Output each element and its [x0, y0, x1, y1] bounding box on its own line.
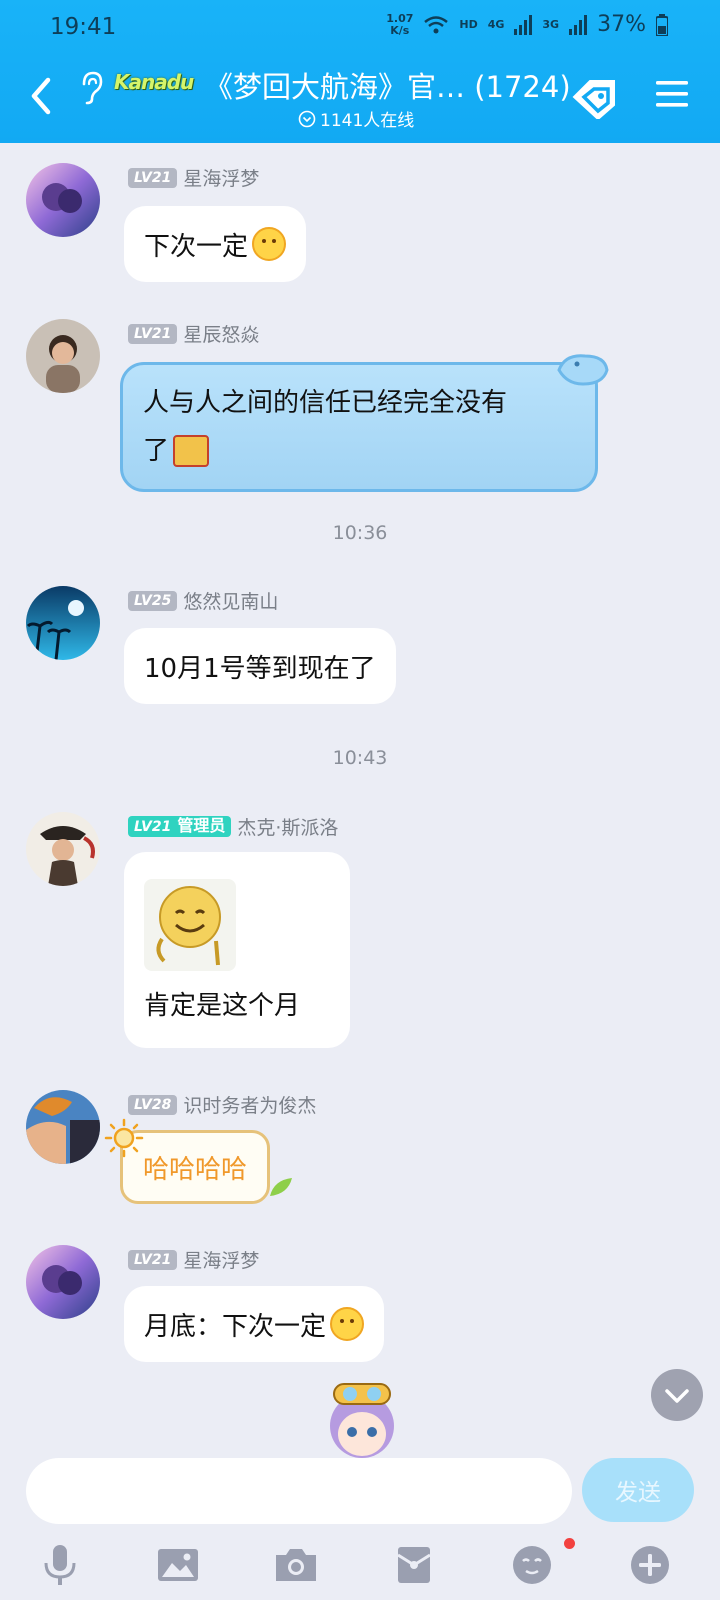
image-icon[interactable] [156, 1543, 200, 1587]
avatar[interactable] [26, 1245, 100, 1319]
sender-name[interactable]: 识时务者为俊杰 [183, 1091, 316, 1118]
microphone-icon[interactable] [38, 1543, 82, 1587]
hd-label: HD [459, 18, 478, 31]
message-meta: LV21 星辰怒焱 [128, 320, 259, 347]
status-time: 19:41 [50, 14, 117, 40]
avatar[interactable] [26, 163, 100, 237]
group-logo: Kanadu [114, 70, 194, 94]
4g-label: 4G [487, 18, 505, 31]
level-badge: LV21 [128, 1249, 178, 1270]
sender-name[interactable]: 星辰怒焱 [183, 320, 259, 347]
message-bubble[interactable]: 肯定是这个月 [124, 852, 350, 1048]
message-bubble[interactable]: 下次一定 [124, 206, 307, 282]
signal-icon-2 [569, 14, 588, 35]
avatar[interactable] [26, 319, 100, 393]
send-button[interactable]: 发送 [582, 1458, 694, 1522]
admin-role-label: 管理员 [177, 816, 226, 835]
message-meta: LV25 悠然见南山 [128, 587, 278, 614]
back-icon[interactable] [24, 72, 58, 120]
battery-percent: 37% [597, 12, 646, 37]
sender-name[interactable]: 悠然见南山 [183, 587, 278, 614]
network-speed: 1.07 K/s [386, 11, 414, 37]
sender-name[interactable]: 星海浮梦 [183, 1246, 259, 1273]
message-input[interactable] [26, 1458, 572, 1524]
sun-decoration-icon [104, 1118, 144, 1158]
level-badge: LV25 [128, 590, 178, 611]
online-count: 1141人在线 [298, 106, 414, 131]
dog-emoji-icon [252, 227, 287, 261]
smiley-sticker-icon [144, 878, 236, 971]
status-bar: 19:41 1.07 K/s HD 4G 3G 37% [0, 0, 720, 58]
book-emoji-icon [173, 435, 210, 467]
message-text: 月底：下次一定 [144, 1311, 327, 1342]
message-meta: LV21 星海浮梦 [128, 164, 259, 191]
mascot-sticker-icon[interactable] [316, 1370, 408, 1458]
message-timestamp: 10:43 [332, 747, 388, 769]
avatar[interactable] [26, 586, 100, 660]
message-text: 下次一定 [144, 231, 249, 262]
leaf-decoration-icon [270, 1178, 292, 1196]
level-badge: LV28 [128, 1094, 178, 1115]
signal-icon [514, 14, 533, 35]
message-text: 10月1号等到现在了 [144, 653, 376, 684]
wifi-icon [424, 15, 449, 33]
menu-icon[interactable] [654, 78, 690, 110]
chevron-down-icon [665, 1389, 689, 1403]
scroll-down-button[interactable] [651, 1369, 703, 1421]
message-bubble[interactable]: 人与人之间的信任已经完全没有 了 [120, 362, 598, 492]
notification-dot [564, 1538, 575, 1549]
group-title[interactable]: 《梦回大航海》官… (1724) [204, 64, 571, 106]
battery-icon [656, 13, 668, 36]
admin-level-badge: LV21 管理员 [128, 816, 232, 837]
message-text: 了 [143, 436, 170, 466]
check-circle-icon [298, 110, 316, 127]
emoji-icon[interactable] [510, 1543, 554, 1587]
group-tag-icon[interactable] [570, 75, 618, 119]
whale-decoration-icon [557, 354, 609, 386]
level-badge: LV21 [128, 167, 178, 188]
avatar[interactable] [26, 812, 100, 886]
message-text: 肯定是这个月 [144, 990, 301, 1021]
sender-name[interactable]: 杰克·斯派洛 [237, 813, 338, 840]
message-bubble[interactable]: 10月1号等到现在了 [124, 628, 396, 704]
3g-label: 3G [542, 18, 560, 31]
input-toolbar [0, 1535, 720, 1600]
message-text: 人与人之间的信任已经完全没有 [143, 388, 508, 418]
camera-icon[interactable] [274, 1543, 318, 1587]
dog-emoji-icon [330, 1307, 365, 1341]
status-icons: 1.07 K/s HD 4G 3G 37% [386, 12, 668, 37]
message-timestamp: 10:36 [332, 522, 388, 544]
red-packet-icon[interactable] [392, 1543, 436, 1587]
plus-icon[interactable] [628, 1543, 672, 1587]
message-text: 哈哈哈哈 [143, 1154, 248, 1185]
avatar[interactable] [26, 1090, 100, 1164]
message-meta: LV21 管理员 杰克·斯派洛 [128, 813, 338, 840]
message-meta: LV28 识时务者为俊杰 [128, 1091, 316, 1118]
message-bubble[interactable]: 月底：下次一定 [124, 1286, 385, 1362]
ear-icon[interactable] [78, 70, 104, 106]
level-badge: LV21 [128, 323, 178, 344]
chat-header: 19:41 1.07 K/s HD 4G 3G 37% Kanadu 《梦回大航… [0, 0, 720, 143]
message-meta: LV21 星海浮梦 [128, 1246, 259, 1273]
sender-name[interactable]: 星海浮梦 [183, 164, 259, 191]
